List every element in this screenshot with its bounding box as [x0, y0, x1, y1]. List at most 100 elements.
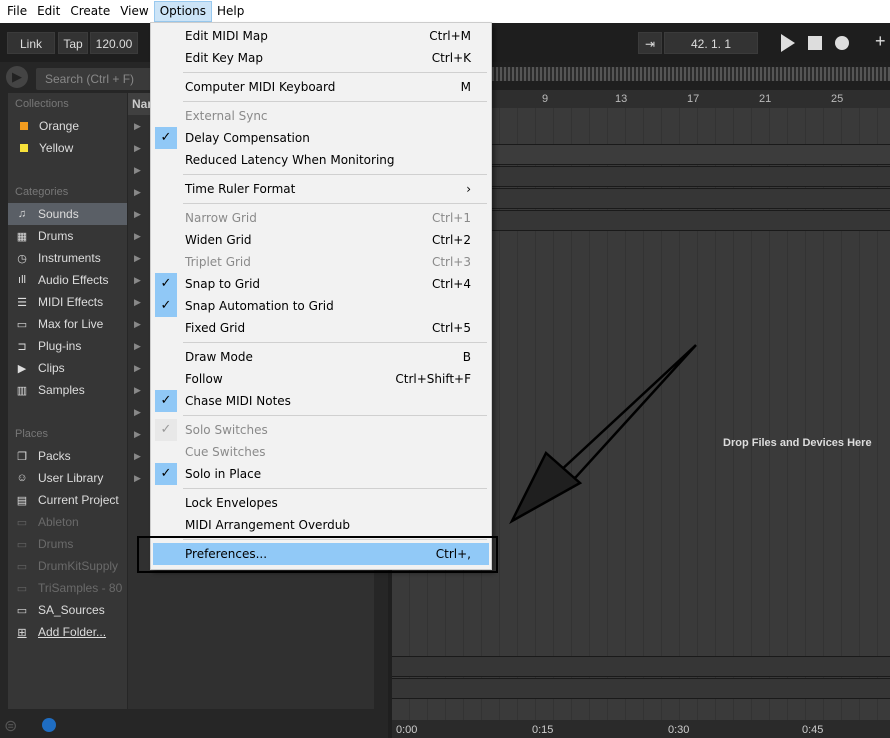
menu-item-delay-compensation[interactable]: ✓ Delay Compensation: [153, 127, 489, 149]
category-midi-effects[interactable]: ☰ MIDI Effects: [8, 291, 127, 313]
place-user-library[interactable]: ☺ User Library: [8, 467, 127, 489]
expand-chevron-icon[interactable]: ▶: [134, 187, 141, 198]
expand-chevron-icon[interactable]: ▶: [134, 473, 141, 484]
expand-chevron-icon[interactable]: ▶: [134, 451, 141, 462]
place-trisamples[interactable]: ▭ TriSamples - 80: [8, 577, 127, 599]
expand-chevron-icon[interactable]: ▶: [134, 121, 141, 132]
menu-item-computer-midi-keyboard[interactable]: Computer MIDI Keyboard M: [153, 76, 489, 98]
browser-bottom-icon[interactable]: ⊜: [4, 716, 30, 738]
collection-orange[interactable]: Orange: [8, 115, 127, 137]
menu-item-triplet-grid: Triplet Grid Ctrl+3: [185, 255, 471, 269]
menu-item-reduced-latency[interactable]: Reduced Latency When Monitoring: [153, 149, 489, 171]
category-instruments[interactable]: ◷ Instruments: [8, 247, 127, 269]
user-icon: ☺: [16, 472, 28, 484]
place-sa-sources[interactable]: ▭ SA_Sources: [8, 599, 127, 621]
menu-item-draw-mode[interactable]: Draw Mode B: [153, 346, 489, 368]
packs-icon: ❐: [17, 450, 27, 463]
places-header: Places: [15, 428, 49, 440]
place-drumkitsupply[interactable]: ▭ DrumKitSupply: [8, 555, 127, 577]
menu-item-snap-automation[interactable]: ✓ Snap Automation to Grid: [153, 295, 489, 317]
menu-create[interactable]: Create: [65, 1, 115, 22]
category-drums[interactable]: ▦ Drums: [8, 225, 127, 247]
menu-view[interactable]: View: [115, 1, 153, 22]
menu-separator: [183, 72, 487, 73]
menu-item-chase-midi-notes[interactable]: ✓ Chase MIDI Notes: [153, 390, 489, 412]
expand-chevron-icon[interactable]: ▶: [134, 319, 141, 330]
time-ruler[interactable]: 0:00 0:15 0:30 0:45: [392, 720, 890, 738]
expand-chevron-icon[interactable]: ▶: [134, 209, 141, 220]
category-samples[interactable]: ▥ Samples: [8, 379, 127, 401]
expand-chevron-icon[interactable]: ▶: [134, 143, 141, 154]
add-icon[interactable]: +: [875, 31, 886, 52]
menu-bar: File Edit Create View Options Help: [0, 0, 890, 23]
menu-options[interactable]: Options: [153, 1, 213, 22]
collections-header: Collections: [15, 98, 69, 110]
expand-chevron-icon[interactable]: ▶: [134, 363, 141, 374]
menu-item-external-sync: External Sync: [185, 109, 268, 123]
collection-yellow[interactable]: Yellow: [8, 137, 127, 159]
follow-icon[interactable]: ⇥: [638, 32, 662, 54]
category-sounds[interactable]: ♫ Sounds: [8, 203, 127, 225]
play-icon[interactable]: [781, 34, 795, 52]
folder-icon: ▭: [16, 560, 28, 573]
menu-separator: [183, 174, 487, 175]
menu-edit[interactable]: Edit: [32, 1, 65, 22]
menu-item-fixed-grid[interactable]: Fixed Grid Ctrl+5: [153, 317, 489, 339]
expand-chevron-icon[interactable]: ▶: [134, 385, 141, 396]
expand-chevron-icon[interactable]: ▶: [134, 407, 141, 418]
expand-chevron-icon[interactable]: ▶: [134, 231, 141, 242]
sliders-icon: ☰: [17, 296, 27, 309]
menu-item-edit-key-map[interactable]: Edit Key Map Ctrl+K: [153, 47, 489, 69]
menu-item-edit-midi-map[interactable]: Edit MIDI Map Ctrl+M: [153, 25, 489, 47]
category-audio-effects[interactable]: ıll Audio Effects: [8, 269, 127, 291]
menu-item-snap-to-grid[interactable]: ✓ Snap to Grid Ctrl+4: [153, 273, 489, 295]
browser-sidebar: Collections Orange Yellow Categories ♫ So…: [8, 93, 127, 709]
place-packs[interactable]: ❐ Packs: [8, 445, 127, 467]
tempo-field[interactable]: 120.00: [90, 32, 138, 54]
expand-chevron-icon[interactable]: ▶: [134, 275, 141, 286]
sample-icon: ▥: [16, 384, 28, 397]
place-ableton[interactable]: ▭ Ableton: [8, 511, 127, 533]
category-clips[interactable]: ▶ Clips: [8, 357, 127, 379]
menu-item-widen-grid[interactable]: Widen Grid Ctrl+2: [153, 229, 489, 251]
master-lane[interactable]: [392, 656, 890, 677]
grid-icon: ▦: [16, 230, 28, 243]
preview-icon[interactable]: [42, 718, 56, 732]
category-plug-ins[interactable]: ⊐ Plug-ins: [8, 335, 127, 357]
orange-color-swatch: [20, 122, 28, 130]
expand-chevron-icon[interactable]: ▶: [134, 341, 141, 352]
menu-file[interactable]: File: [2, 1, 32, 22]
expand-chevron-icon[interactable]: ▶: [134, 297, 141, 308]
expand-chevron-icon[interactable]: ▶: [134, 429, 141, 440]
menu-item-follow[interactable]: Follow Ctrl+Shift+F: [153, 368, 489, 390]
menu-separator: [183, 415, 487, 416]
menu-item-cue-switches: Cue Switches: [185, 445, 266, 459]
place-current-project[interactable]: ▤ Current Project: [8, 489, 127, 511]
position-field[interactable]: 42. 1. 1: [664, 32, 758, 54]
record-icon[interactable]: [835, 36, 849, 50]
menu-item-solo-in-place[interactable]: ✓ Solo in Place: [153, 463, 489, 485]
tap-button[interactable]: Tap: [58, 32, 88, 54]
master-lane[interactable]: [392, 678, 890, 699]
checkmark-icon: ✓: [155, 295, 177, 317]
expand-chevron-icon[interactable]: ▶: [134, 165, 141, 176]
menu-item-narrow-grid: Narrow Grid Ctrl+1: [185, 211, 471, 225]
stop-icon[interactable]: [808, 36, 822, 50]
clip-icon: ▶: [17, 362, 27, 375]
folder-icon: ▭: [16, 604, 28, 617]
place-drums[interactable]: ▭ Drums: [8, 533, 127, 555]
expand-chevron-icon[interactable]: ▶: [134, 253, 141, 264]
menu-item-time-ruler-format[interactable]: Time Ruler Format ›: [153, 178, 489, 200]
overview-strip[interactable]: [492, 67, 890, 81]
menu-item-midi-arrangement-overdub[interactable]: MIDI Arrangement Overdub: [153, 514, 489, 536]
menu-item-lock-envelopes[interactable]: Lock Envelopes: [153, 492, 489, 514]
menu-help[interactable]: Help: [212, 1, 249, 22]
link-button[interactable]: Link: [7, 32, 55, 54]
options-menu: Edit MIDI Map Ctrl+M Edit Key Map Ctrl+K C…: [150, 22, 492, 570]
category-max-for-live[interactable]: ▭ Max for Live: [8, 313, 127, 335]
folder-icon: ▭: [16, 538, 28, 551]
menu-item-solo-switches: ✓ Solo Switches: [153, 419, 489, 441]
yellow-color-swatch: [20, 144, 28, 152]
add-folder-link[interactable]: ⊞ Add Folder...: [8, 621, 127, 643]
browser-toggle-icon[interactable]: ▶: [6, 66, 28, 88]
